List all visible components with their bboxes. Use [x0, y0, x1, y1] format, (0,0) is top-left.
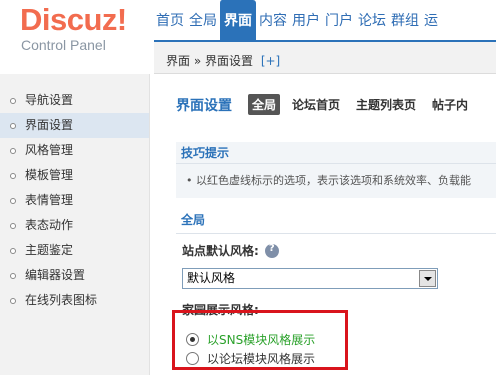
- nav-home[interactable]: 首页: [154, 0, 186, 40]
- circle-bullet-icon: [10, 197, 16, 204]
- circle-bullet-icon: [10, 272, 16, 279]
- sidebar-item-label: 编辑器设置: [25, 268, 86, 282]
- circle-bullet-icon: [10, 172, 16, 179]
- chevron-down-icon[interactable]: [419, 270, 436, 287]
- page-title: 界面设置: [176, 97, 232, 114]
- section-heading: 全局: [176, 206, 496, 234]
- logo[interactable]: Discuz! Control Panel: [0, 0, 150, 74]
- tab-forum-home[interactable]: 论坛首页: [292, 96, 340, 113]
- tips-row: • 以红色虚线标示的选项，表示该选项和系统效率、负载能: [186, 174, 471, 187]
- breadcrumb: 界面 » 界面设置 [+]: [154, 40, 496, 74]
- sidebar-item-online-list-icons[interactable]: 在线列表图标: [0, 288, 149, 313]
- sidebar-item-label: 界面设置: [25, 118, 74, 132]
- circle-bullet-icon: [10, 247, 16, 254]
- default-style-label-text: 站点默认风格:: [182, 244, 259, 258]
- tips-heading: 技巧提示: [176, 142, 496, 164]
- logo-brand: Discuz!: [20, 2, 127, 37]
- radio-checked-icon[interactable]: [186, 333, 199, 346]
- sidebar-item-label: 在线列表图标: [25, 293, 98, 307]
- add-shortcut-button[interactable]: [+]: [261, 54, 280, 68]
- sidebar-item-label: 风格管理: [25, 143, 74, 157]
- sidebar-item-style-management[interactable]: 风格管理: [0, 138, 149, 163]
- circle-bullet-icon: [10, 297, 16, 304]
- circle-bullet-icon: [10, 97, 16, 104]
- sidebar-item-editor-settings[interactable]: 编辑器设置: [0, 263, 149, 288]
- tab-global[interactable]: 全局: [248, 94, 281, 115]
- default-style-value: 默认风格: [187, 271, 236, 285]
- sidebar-item-smiley-management[interactable]: 表情管理: [0, 188, 149, 213]
- top-nav: 首页 全局 界面 内容 用户 门户 论坛 群组 运: [154, 0, 496, 40]
- sidebar-item-label: 表态动作: [25, 218, 74, 232]
- home-display-option-label: 以论坛模块风格展示: [207, 352, 316, 366]
- nav-forum[interactable]: 论坛: [355, 0, 388, 40]
- home-display-option-sns[interactable]: 以SNS模块风格展示: [186, 331, 315, 348]
- logo-subtitle: Control Panel: [21, 37, 106, 53]
- circle-bullet-icon: [10, 122, 16, 129]
- nav-groups[interactable]: 群组: [388, 0, 421, 40]
- sidebar-item-label: 模板管理: [25, 168, 74, 182]
- default-style-label: 站点默认风格:: [182, 242, 279, 259]
- tips-text: 以红色虚线标示的选项，表示该选项和系统效率、负载能: [196, 174, 471, 187]
- tab-post[interactable]: 帖子内: [432, 96, 468, 113]
- default-style-select[interactable]: 默认风格: [182, 268, 438, 289]
- main-content: 界面设置 全局 论坛首页 主题列表页 帖子内 技巧提示 • 以红色虚线标示的选项…: [160, 74, 496, 375]
- nav-interface[interactable]: 界面: [219, 0, 256, 40]
- sidebar-item-click-actions[interactable]: 表态动作: [0, 213, 149, 238]
- sidebar-item-template-management[interactable]: 模板管理: [0, 163, 149, 188]
- header: Discuz! Control Panel 首页 全局 界面 内容 用户 门户 …: [0, 0, 496, 74]
- nav-more[interactable]: 运: [421, 0, 440, 40]
- nav-users[interactable]: 用户: [289, 0, 322, 40]
- radio-unchecked-icon[interactable]: [186, 352, 199, 365]
- breadcrumb-path: 界面 » 界面设置: [166, 54, 253, 68]
- nav-content[interactable]: 内容: [256, 0, 289, 40]
- circle-bullet-icon: [10, 222, 16, 229]
- question-mark-icon[interactable]: [264, 243, 279, 258]
- tips-box: 技巧提示 • 以红色虚线标示的选项，表示该选项和系统效率、负载能: [176, 142, 496, 198]
- sidebar-item-thread-stamps[interactable]: 主题鉴定: [0, 238, 149, 263]
- nav-global[interactable]: 全局: [186, 0, 219, 40]
- home-display-option-forum[interactable]: 以论坛模块风格展示: [186, 350, 315, 367]
- page-header: 界面设置 全局 论坛首页 主题列表页 帖子内: [176, 94, 484, 115]
- sidebar-item-label: 导航设置: [25, 93, 74, 107]
- sidebar-item-label: 表情管理: [25, 193, 74, 207]
- sidebar: 导航设置 界面设置 风格管理 模板管理 表情管理 表态动作 主题鉴定 编辑器设置…: [0, 74, 150, 375]
- sidebar-item-label: 主题鉴定: [25, 243, 74, 257]
- sidebar-item-interface-settings[interactable]: 界面设置: [0, 113, 149, 138]
- tab-thread-list[interactable]: 主题列表页: [356, 96, 416, 113]
- home-display-option-label: 以SNS模块风格展示: [207, 333, 316, 347]
- nav-portal[interactable]: 门户: [322, 0, 355, 40]
- sidebar-item-nav-settings[interactable]: 导航设置: [0, 88, 149, 113]
- circle-bullet-icon: [10, 147, 16, 154]
